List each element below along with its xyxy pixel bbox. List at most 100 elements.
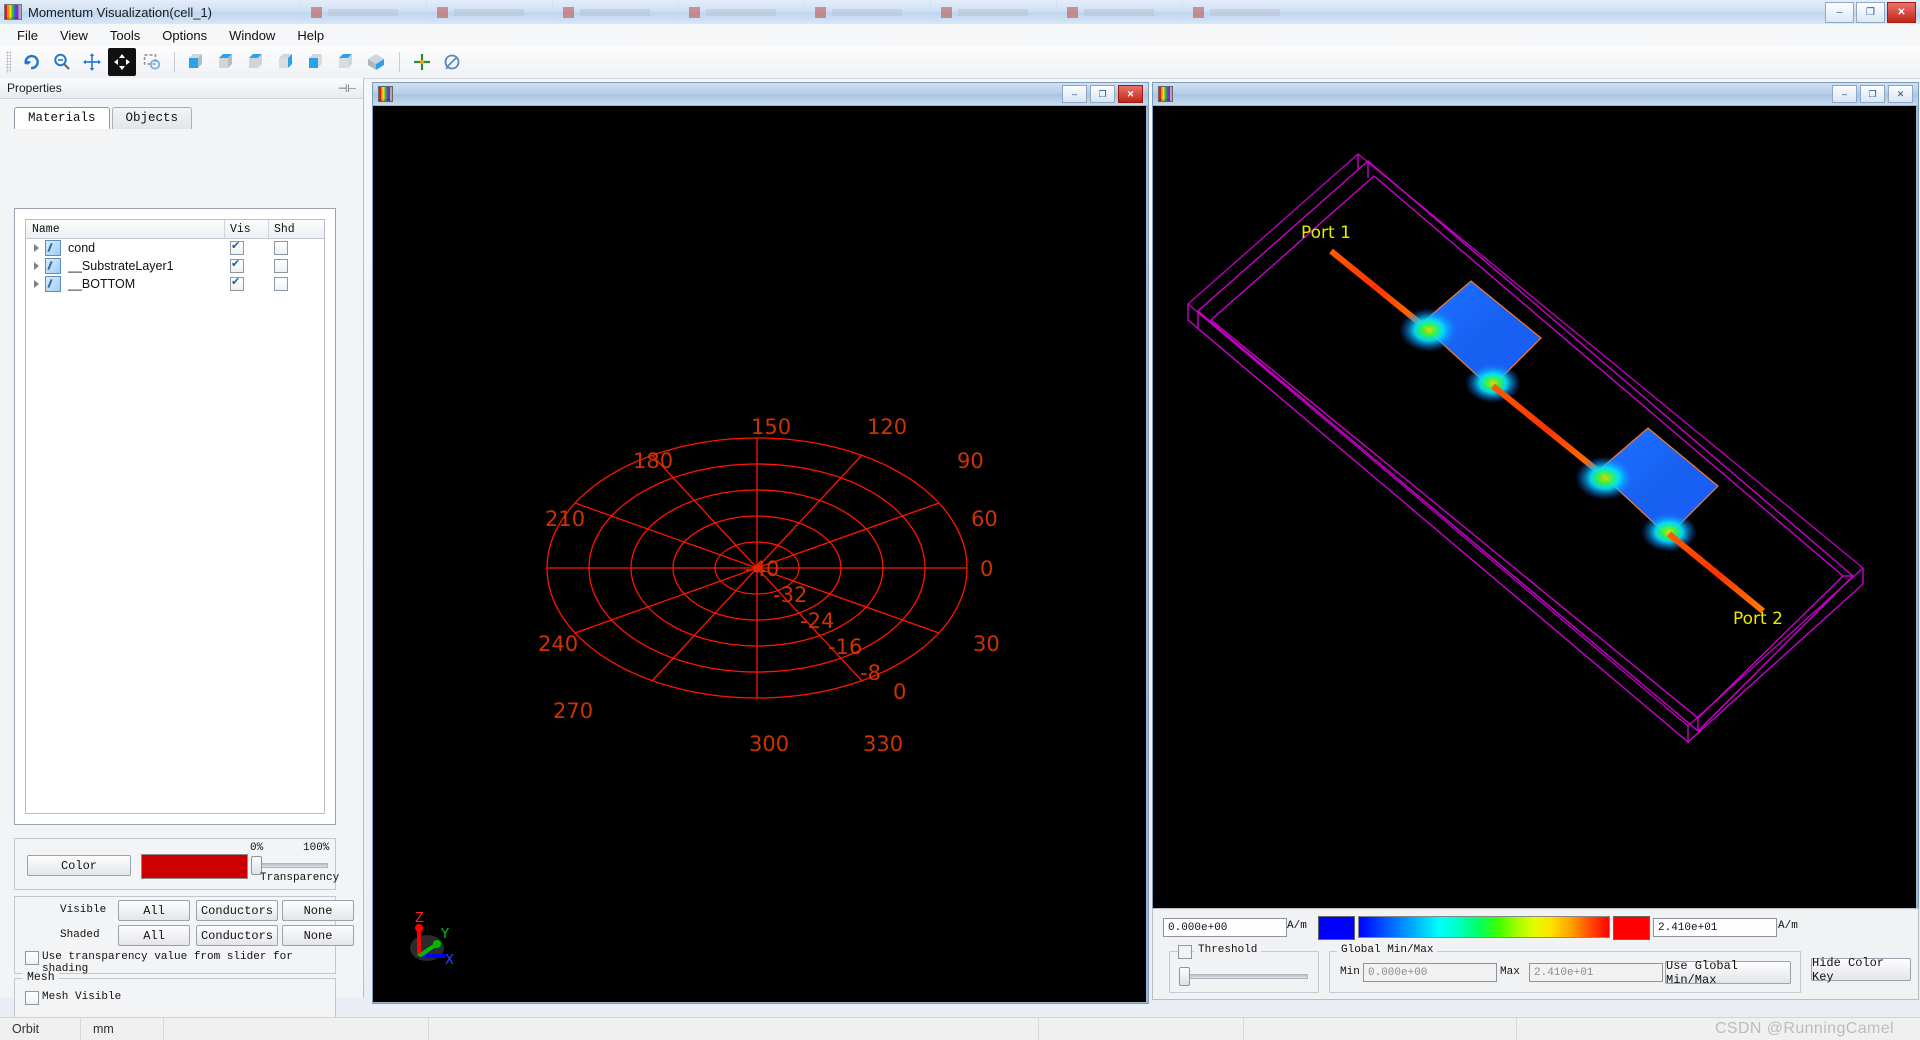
legend-max-unit: A/m	[1778, 920, 1798, 932]
field-minimize-button[interactable]: –	[1832, 85, 1857, 103]
tab-objects[interactable]: Objects	[111, 107, 193, 129]
vis-cell[interactable]	[223, 257, 268, 273]
threshold-slider-track[interactable]	[1182, 974, 1308, 979]
shd-cell[interactable]	[268, 277, 324, 291]
vis-checkbox[interactable]	[230, 239, 244, 255]
maximize-button[interactable]: ❐	[1856, 2, 1885, 23]
legend-max-input[interactable]: 2.410e+01	[1653, 918, 1777, 937]
vis-cell[interactable]	[223, 239, 268, 255]
polar-minimize-button[interactable]: –	[1062, 85, 1087, 103]
shd-checkbox[interactable]	[274, 277, 288, 291]
background-item	[1182, 1, 1308, 23]
menu-help[interactable]: Help	[286, 26, 335, 45]
axis-label-y: Y	[440, 927, 449, 942]
use-global-minmax-button[interactable]: Use Global Min/Max	[1665, 959, 1791, 987]
polar-maximize-button[interactable]: ❐	[1090, 85, 1115, 103]
menu-file[interactable]: File	[6, 26, 49, 45]
field-close-button[interactable]: ✕	[1888, 85, 1913, 103]
pin-icon[interactable]: ⊣⊢	[338, 82, 357, 95]
shaded-none-button[interactable]: None	[282, 925, 354, 946]
vis-cell[interactable]	[223, 275, 268, 291]
view-shaded-icon[interactable]	[363, 48, 391, 76]
shaded-conductors-button[interactable]: Conductors	[196, 925, 278, 946]
visible-all-button[interactable]: All	[118, 900, 190, 921]
table-row[interactable]: __BOTTOM	[26, 275, 324, 293]
view-front-icon[interactable]	[183, 48, 211, 76]
background-item	[426, 1, 552, 23]
radial-label--8: -8	[860, 661, 881, 685]
mesh-group: Mesh Mesh Visible	[14, 971, 336, 1018]
shd-cell[interactable]	[268, 241, 324, 255]
table-row[interactable]: __SubstrateLayer1	[26, 257, 324, 275]
color-button[interactable]: Color	[27, 855, 131, 876]
threshold-group: Threshold	[1169, 944, 1319, 993]
polar-plot-titlebar[interactable]: – ❐ ✕	[373, 83, 1148, 106]
menu-view[interactable]: View	[49, 26, 99, 45]
threshold-checkbox[interactable]	[1178, 945, 1192, 959]
view-top-icon[interactable]	[213, 48, 241, 76]
view-back-icon[interactable]	[333, 48, 361, 76]
threshold-slider-knob[interactable]	[1179, 967, 1190, 986]
zoom-icon[interactable]	[48, 48, 76, 76]
shd-checkbox[interactable]	[274, 241, 288, 255]
view-left-icon[interactable]	[303, 48, 331, 76]
shd-cell[interactable]	[268, 259, 324, 273]
close-button[interactable]: ✕	[1887, 2, 1916, 23]
pan-icon[interactable]	[78, 48, 106, 76]
tree-node-name-cell[interactable]: __SubstrateLayer1	[26, 258, 223, 274]
zoom-window-icon[interactable]	[138, 48, 166, 76]
transparency-slider-track[interactable]	[254, 863, 328, 868]
toolbar-grip[interactable]	[6, 51, 11, 73]
materials-tree-panel: Name Vis Shd cond ✔ __SubstrateLayer1 ✔ …	[14, 208, 336, 825]
rotate-icon[interactable]	[18, 48, 46, 76]
statusbar: Orbit mm CSDN @RunningCamel	[0, 1017, 1920, 1040]
menu-window[interactable]: Window	[218, 26, 286, 45]
visibility-group: Visible All Conductors None Shaded All C…	[14, 896, 354, 975]
use-transparency-checkbox[interactable]	[25, 951, 39, 965]
chevron-right-icon[interactable]	[34, 244, 39, 252]
view-iso-icon[interactable]	[273, 48, 301, 76]
visible-none-button[interactable]: None	[282, 900, 354, 921]
minimize-button[interactable]: –	[1825, 2, 1854, 23]
field-view-canvas[interactable]: Port 1 Port 2 Z Y X	[1153, 106, 1916, 998]
angular-label-210: 210	[545, 507, 585, 531]
shaded-all-button[interactable]: All	[118, 925, 190, 946]
shd-checkbox[interactable]	[274, 259, 288, 273]
legend-min-input[interactable]: 0.000e+00	[1163, 918, 1287, 937]
background-item	[678, 1, 804, 23]
tree-node-name-cell[interactable]: cond	[26, 240, 223, 256]
polar-plot-canvas[interactable]: 0 30 60 90 120 150 180 210 240 270 300 3…	[373, 106, 1146, 1002]
pan-active-icon[interactable]	[108, 48, 136, 76]
add-marker-icon[interactable]	[408, 48, 436, 76]
main-toolbar	[0, 46, 1920, 79]
dock-title: Properties	[7, 81, 62, 95]
chevron-right-icon[interactable]	[34, 262, 39, 270]
hide-color-key-button[interactable]: Hide Color Key	[1811, 956, 1911, 984]
vis-checkbox[interactable]	[230, 275, 244, 291]
table-row[interactable]: cond	[26, 239, 324, 257]
visible-conductors-button[interactable]: Conductors	[196, 900, 278, 921]
menu-tools[interactable]: Tools	[99, 26, 151, 45]
global-minmax-legend: Global Min/Max	[1337, 944, 1438, 956]
field-maximize-button[interactable]: ❐	[1860, 85, 1885, 103]
annotation-icon[interactable]	[438, 48, 466, 76]
background-item	[552, 1, 678, 23]
substrate-wireframe	[1186, 153, 1865, 744]
tab-materials[interactable]: Materials	[14, 107, 110, 129]
materials-tree[interactable]: Name Vis Shd cond ✔ __SubstrateLayer1 ✔ …	[25, 219, 325, 814]
menu-options[interactable]: Options	[151, 26, 218, 45]
color-swatch[interactable]	[141, 854, 248, 879]
feedline-port2	[1667, 531, 1765, 614]
view-side-icon[interactable]	[243, 48, 271, 76]
window-controls: – ❐ ✕	[1825, 2, 1916, 23]
chevron-right-icon[interactable]	[34, 280, 39, 288]
vis-checkbox[interactable]	[230, 257, 244, 273]
field-view-window: – ❐ ✕ Port 1 Port 2	[1152, 82, 1919, 1000]
visible-label: Visible	[60, 904, 107, 916]
polar-close-button[interactable]: ✕	[1118, 85, 1143, 103]
field-view-titlebar[interactable]: – ❐ ✕	[1153, 83, 1918, 106]
mesh-visible-checkbox[interactable]	[25, 991, 39, 1005]
main-titlebar: Momentum Visualization(cell_1) – ❐ ✕	[0, 0, 1920, 25]
tree-node-name-cell[interactable]: __BOTTOM	[26, 276, 223, 292]
background-item	[804, 1, 930, 23]
